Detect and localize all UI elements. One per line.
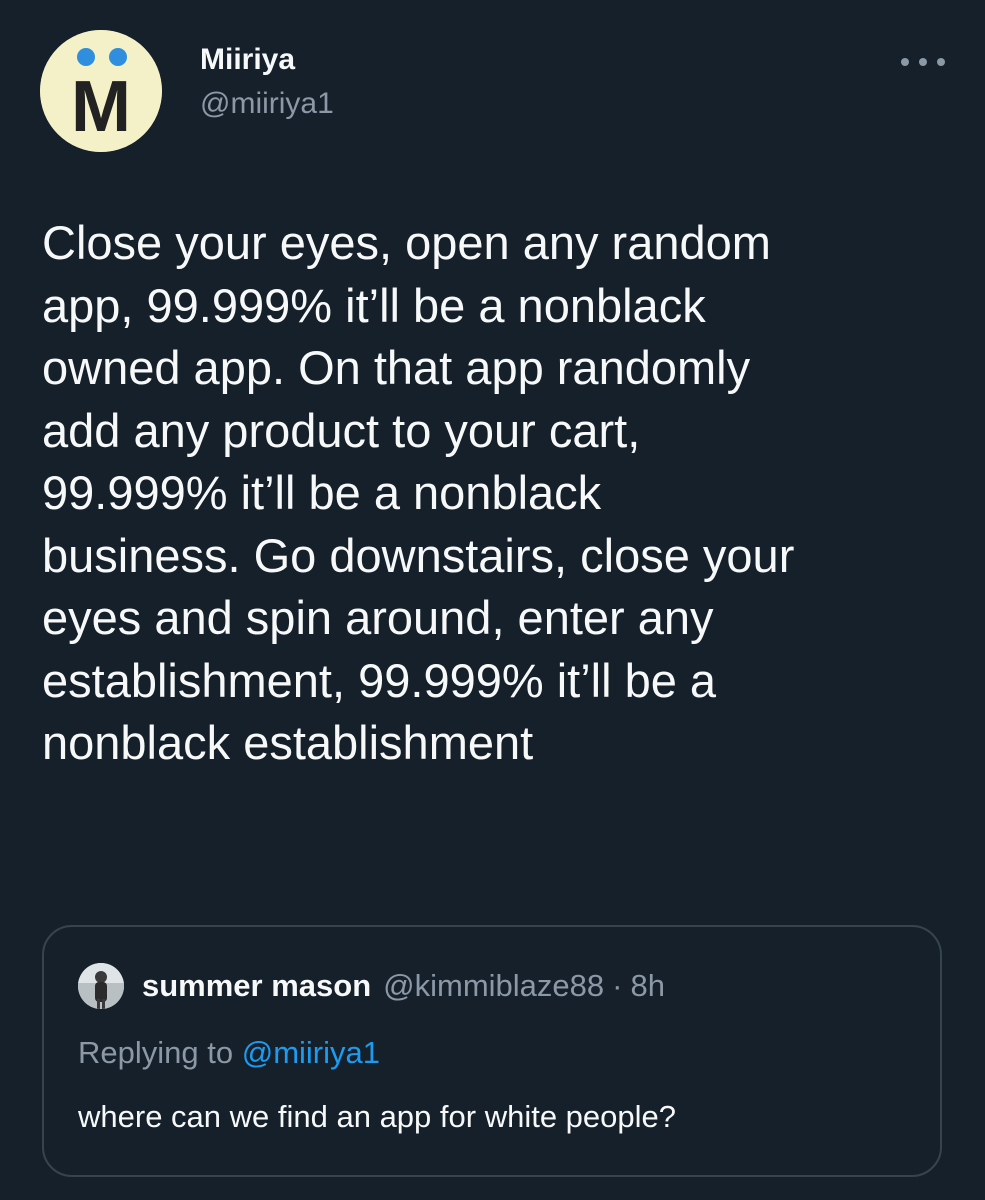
replying-to-line: Replying to @miiriya1 [78,1035,380,1071]
author-info: Miiriya @miiriya1 [200,42,334,124]
separator-dot: · [612,968,623,1003]
author-handle[interactable]: @miiriya1 [200,84,334,124]
tweet-header: M Miiriya @miiriya1 [40,20,945,152]
replying-to-mention-link[interactable]: @miiriya1 [242,1035,380,1070]
replying-to-label: Replying to [78,1035,242,1070]
more-horizontal-icon [901,58,909,66]
more-horizontal-icon [919,58,927,66]
quoted-tweet-header: summer mason @kimmiblaze88 · 8h [78,963,665,1009]
person-photo-icon [78,963,124,1009]
more-options-button[interactable] [901,50,945,74]
quoted-author-avatar[interactable] [78,963,124,1009]
author-display-name[interactable]: Miiriya [200,42,334,78]
more-horizontal-icon [937,58,945,66]
quoted-tweet-text: where can we find an app for white peopl… [78,1099,677,1134]
quoted-author-display-name[interactable]: summer mason [142,968,371,1004]
m-logo-avatar-icon: M [40,30,162,152]
tweet-text: Close your eyes, open any random app, 99… [42,216,795,769]
quoted-tweet-card[interactable]: summer mason @kimmiblaze88 · 8h Replying… [42,925,942,1177]
svg-text:M: M [71,67,131,147]
quoted-author-handle[interactable]: @kimmiblaze88 [383,968,604,1004]
author-avatar[interactable]: M [40,30,162,152]
quoted-tweet-timestamp[interactable]: 8h [630,968,664,1004]
